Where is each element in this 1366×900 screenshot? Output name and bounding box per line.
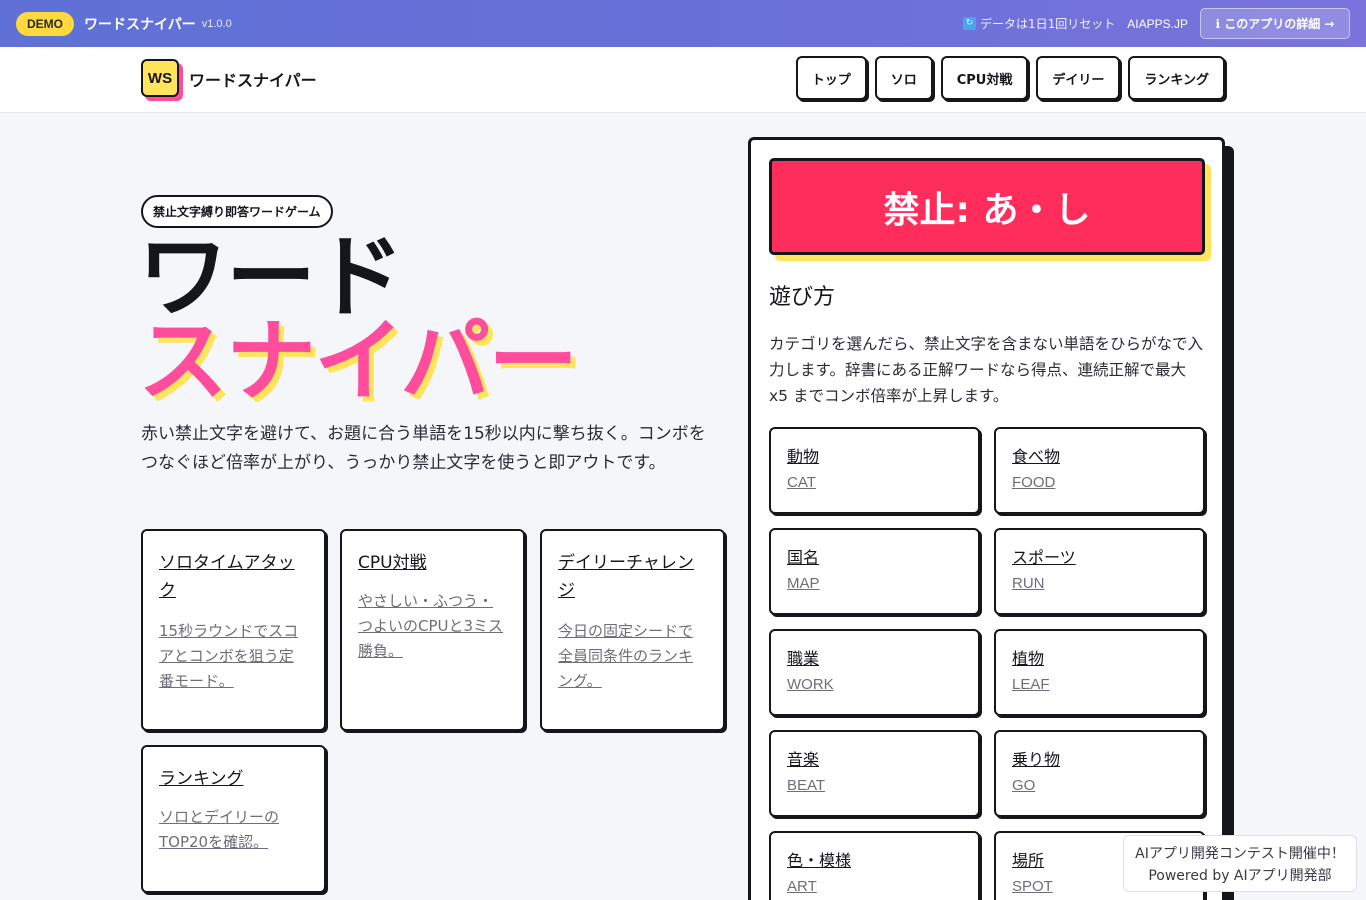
- hero-description: 赤い禁止文字を避けて、お題に合う単語を15秒以内に撃ち抜く。コンボをつなぐほど倍…: [141, 424, 706, 473]
- hero-title-line2: スナイパー: [138, 309, 578, 414]
- mode-card-title: デイリーチャレンジ: [558, 553, 694, 601]
- category-code: CAT: [787, 474, 816, 491]
- category-card-jobs[interactable]: 職業 WORK: [769, 629, 980, 716]
- demo-bar: DEMO ワードスナイパー v1.0.0 ↻ データは1日1回リセット AIAP…: [0, 0, 1366, 47]
- refresh-icon: ↻: [963, 17, 977, 30]
- category-card-food[interactable]: 食べ物 FOOD: [994, 427, 1205, 514]
- mode-card-solo[interactable]: ソロタイムアタック 15秒ラウンドでスコアとコンボを狙う定番モード。: [141, 529, 326, 731]
- nav-cpu-button[interactable]: CPU対戦: [940, 56, 1029, 100]
- nav-top-button[interactable]: トップ: [795, 56, 867, 100]
- contest-line2: Powered by AIアプリ開発部: [1148, 868, 1332, 884]
- banned-characters-display: 禁止: あ・し: [769, 158, 1205, 255]
- category-code: RUN: [1012, 575, 1045, 592]
- category-card-plants[interactable]: 植物 LEAF: [994, 629, 1205, 716]
- category-card-countries[interactable]: 国名 MAP: [769, 528, 980, 615]
- contest-banner[interactable]: AIアプリ開発コンテスト開催中！ Powered by AIアプリ開発部: [1123, 835, 1357, 892]
- contest-line1: AIアプリ開発コンテスト開催中！: [1135, 846, 1345, 862]
- logo-icon[interactable]: WS: [141, 59, 179, 97]
- category-name: 色・模様: [787, 851, 852, 870]
- category-card-vehicles[interactable]: 乗り物 GO: [994, 730, 1205, 817]
- mode-card-ranking[interactable]: ランキング ソロとデイリーのTOP20を確認。: [141, 745, 326, 893]
- category-grid: 動物 CAT 食べ物 FOOD 国名 MAP スポーツ RUN 職業 WORK …: [769, 427, 1205, 900]
- aiapps-link[interactable]: AIAPPS.JP: [1127, 17, 1188, 31]
- reset-note-text: データは1日1回リセット: [980, 17, 1116, 31]
- demo-badge: DEMO: [16, 11, 74, 36]
- app-details-button[interactable]: ℹ このアプリの詳細 →: [1200, 8, 1350, 39]
- category-code: MAP: [787, 575, 820, 592]
- category-name: スポーツ: [1012, 548, 1076, 567]
- hero-tag: 禁止文字縛り即答ワードゲーム: [141, 195, 333, 228]
- category-card-colors[interactable]: 色・模様 ART: [769, 831, 980, 900]
- mode-card-desc: 今日の固定シードで全員同条件のランキング。: [558, 622, 694, 690]
- category-name: 動物: [787, 447, 820, 466]
- mode-card-title: CPU対戦: [358, 553, 427, 573]
- howto-text: カテゴリを選んだら、禁止文字を含まない単語をひらがなで入力します。辞書にある正解…: [769, 335, 1204, 405]
- mode-card-title: ソロタイムアタック: [159, 553, 295, 601]
- category-card-music[interactable]: 音楽 BEAT: [769, 730, 980, 817]
- reset-note: ↻ データは1日1回リセット: [963, 15, 1115, 32]
- demo-bar-right: ↻ データは1日1回リセット AIAPPS.JP ℹ このアプリの詳細 →: [963, 8, 1350, 39]
- category-name: 国名: [787, 548, 820, 567]
- category-card-animals[interactable]: 動物 CAT: [769, 427, 980, 514]
- category-card-sports[interactable]: スポーツ RUN: [994, 528, 1205, 615]
- category-code: LEAF: [1012, 676, 1050, 693]
- nav-ranking-button[interactable]: ランキング: [1128, 56, 1225, 100]
- category-code: FOOD: [1012, 474, 1056, 491]
- category-code: GO: [1012, 777, 1036, 794]
- category-name: 職業: [787, 649, 820, 668]
- mode-card-title: ランキング: [159, 769, 244, 789]
- mode-card-desc: ソロとデイリーのTOP20を確認。: [159, 808, 280, 851]
- category-name: 食べ物: [1012, 447, 1061, 466]
- site-header: WS ワードスナイパー トップ ソロ CPU対戦 デイリー ランキング: [0, 47, 1366, 113]
- mode-card-desc: やさしい・ふつう・つよいのCPUと3ミス勝負。: [358, 592, 504, 660]
- category-code: BEAT: [787, 777, 826, 794]
- category-name: 音楽: [787, 750, 820, 769]
- mode-card-cpu[interactable]: CPU対戦 やさしい・ふつう・つよいのCPUと3ミス勝負。: [340, 529, 525, 731]
- game-panel: 禁止: あ・し 遊び方 カテゴリを選んだら、禁止文字を含まない単語をひらがなで入…: [748, 137, 1225, 900]
- mode-card-daily[interactable]: デイリーチャレンジ 今日の固定シードで全員同条件のランキング。: [540, 529, 725, 731]
- howto-title: 遊び方: [769, 285, 836, 310]
- category-name: 乗り物: [1012, 750, 1061, 769]
- demo-version: v1.0.0: [201, 17, 232, 30]
- main-nav: トップ ソロ CPU対戦 デイリー ランキング: [788, 56, 1225, 100]
- mode-card-desc: 15秒ラウンドでスコアとコンボを狙う定番モード。: [159, 622, 299, 690]
- nav-solo-button[interactable]: ソロ: [874, 56, 933, 100]
- category-name: 植物: [1012, 649, 1045, 668]
- category-code: ART: [787, 878, 817, 895]
- site-title[interactable]: ワードスナイパー: [189, 67, 317, 91]
- demo-app-title: ワードスナイパー: [84, 16, 196, 33]
- nav-daily-button[interactable]: デイリー: [1036, 56, 1121, 100]
- category-code: WORK: [787, 676, 834, 693]
